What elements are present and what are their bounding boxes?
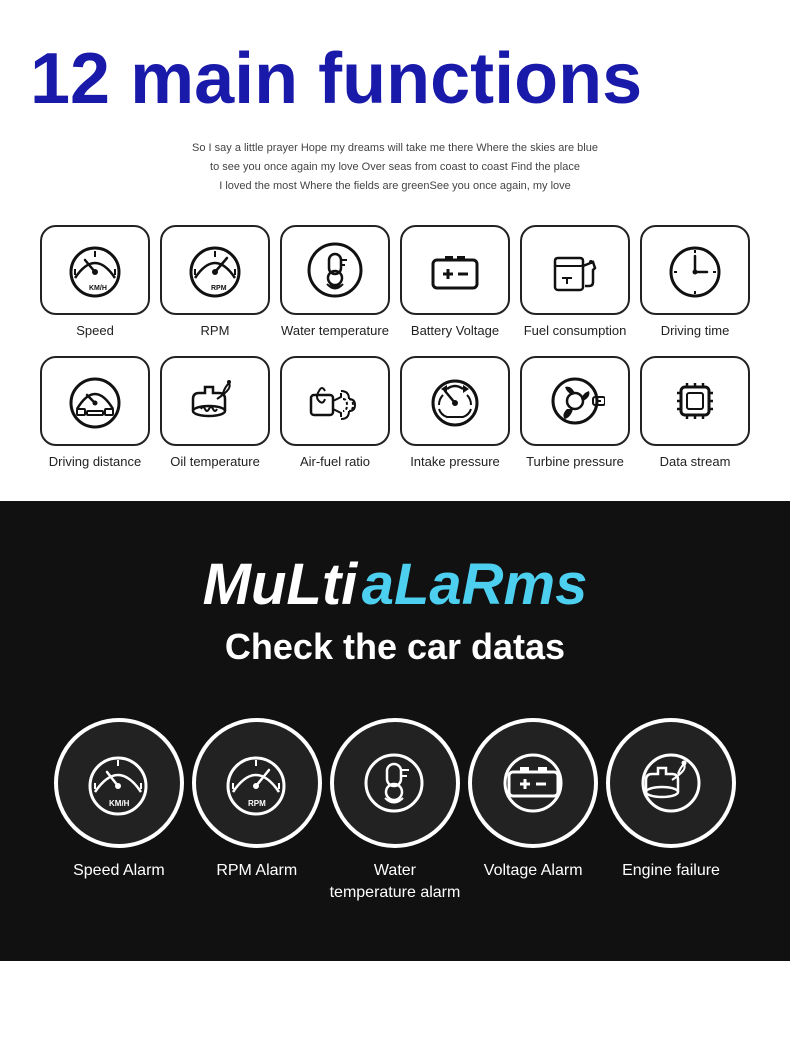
alarms-word: aLaRms <box>362 552 588 617</box>
svg-text:RPM: RPM <box>211 285 227 292</box>
alarm-voltage: Voltage Alarm <box>468 718 598 882</box>
water-temp-alarm-circle <box>330 718 460 848</box>
subtitle-text: So I say a little prayer Hope my dreams … <box>30 139 760 195</box>
main-title: 12 main functions <box>30 40 760 119</box>
air-fuel-icon-box <box>280 356 390 446</box>
func-rpm: RPM RPM <box>160 225 270 340</box>
driving-time-icon <box>665 240 725 300</box>
func-water-temp: Water temperature <box>280 225 390 340</box>
battery-icon <box>425 240 485 300</box>
oil-temp-icon <box>185 371 245 431</box>
intake-label: Intake pressure <box>410 454 500 471</box>
multi-word: MuLti <box>203 552 358 617</box>
engine-failure-label: Engine failure <box>622 860 720 882</box>
engine-failure-circle <box>606 718 736 848</box>
fuel-icon <box>545 240 605 300</box>
water-temp-icon <box>305 240 365 300</box>
data-stream-label: Data stream <box>660 454 731 471</box>
driving-dist-label: Driving distance <box>49 454 142 471</box>
subtitle-line-2: to see you once again my love Over seas … <box>30 158 760 177</box>
speed-icon: KM/H <box>65 240 125 300</box>
turbine-icon-box <box>520 356 630 446</box>
battery-label: Battery Voltage <box>411 323 499 340</box>
air-fuel-label: Air-fuel ratio <box>300 454 370 471</box>
functions-grid: KM/H Speed RPM <box>30 225 760 471</box>
voltage-alarm-icon <box>496 746 571 821</box>
multi-alarms-title: MuLti aLaRms <box>30 551 760 618</box>
rpm-alarm-circle: RPM <box>192 718 322 848</box>
func-oil-temp: Oil temperature <box>160 356 270 471</box>
rpm-alarm-label: RPM Alarm <box>216 860 297 882</box>
turbine-label: Turbine pressure <box>526 454 624 471</box>
speed-label: Speed <box>76 323 114 340</box>
speed-alarm-icon: KM/H <box>81 746 156 821</box>
rpm-icon-box: RPM <box>160 225 270 315</box>
func-driving-time: Driving time <box>640 225 750 340</box>
func-data-stream: Data stream <box>640 356 750 471</box>
water-temp-label: Water temperature <box>281 323 389 340</box>
data-stream-icon <box>665 371 725 431</box>
subtitle-line-3: I loved the most Where the fields are gr… <box>30 177 760 196</box>
battery-icon-box <box>400 225 510 315</box>
driving-time-label: Driving time <box>661 323 730 340</box>
func-battery: Battery Voltage <box>400 225 510 340</box>
data-stream-icon-box <box>640 356 750 446</box>
subtitle-line-1: So I say a little prayer Hope my dreams … <box>30 139 760 158</box>
speed-icon-box: KM/H <box>40 225 150 315</box>
driving-dist-icon-box <box>40 356 150 446</box>
speed-alarm-label: Speed Alarm <box>73 860 165 882</box>
oil-temp-icon-box <box>160 356 270 446</box>
water-temp-icon-box <box>280 225 390 315</box>
alarm-engine: Engine failure <box>606 718 736 882</box>
func-fuel: Fuel consumption <box>520 225 630 340</box>
water-temp-alarm-label: Water temperature alarm <box>330 860 461 905</box>
func-driving-dist: Driving distance <box>40 356 150 471</box>
func-air-fuel: Air-fuel ratio <box>280 356 390 471</box>
rpm-label: RPM <box>201 323 230 340</box>
engine-failure-icon <box>634 746 709 821</box>
alarm-water-temp: Water temperature alarm <box>330 718 461 905</box>
driving-dist-icon <box>65 371 125 431</box>
water-temp-alarm-icon <box>357 746 432 821</box>
air-fuel-icon <box>305 371 365 431</box>
fuel-label: Fuel consumption <box>524 323 627 340</box>
voltage-alarm-label: Voltage Alarm <box>484 860 583 882</box>
intake-icon <box>425 371 485 431</box>
alarm-rpm: RPM RPM Alarm <box>192 718 322 882</box>
alarms-grid: KM/H Speed Alarm RPM <box>30 718 760 905</box>
oil-temp-label: Oil temperature <box>170 454 260 471</box>
func-speed: KM/H Speed <box>40 225 150 340</box>
svg-text:KM/H: KM/H <box>89 285 107 292</box>
alarm-speed: KM/H Speed Alarm <box>54 718 184 882</box>
fuel-icon-box <box>520 225 630 315</box>
top-section: 12 main functions So I say a little pray… <box>0 0 790 501</box>
check-text: Check the car datas <box>30 626 760 668</box>
svg-text:KM/H: KM/H <box>109 799 130 808</box>
speed-alarm-circle: KM/H <box>54 718 184 848</box>
bottom-section: MuLti aLaRms Check the car datas KM/H Sp… <box>0 501 790 961</box>
rpm-icon: RPM <box>185 240 245 300</box>
func-turbine: Turbine pressure <box>520 356 630 471</box>
turbine-icon <box>545 371 605 431</box>
rpm-alarm-icon: RPM <box>219 746 294 821</box>
func-intake: Intake pressure <box>400 356 510 471</box>
intake-icon-box <box>400 356 510 446</box>
driving-time-icon-box <box>640 225 750 315</box>
svg-text:RPM: RPM <box>248 799 266 808</box>
voltage-alarm-circle <box>468 718 598 848</box>
